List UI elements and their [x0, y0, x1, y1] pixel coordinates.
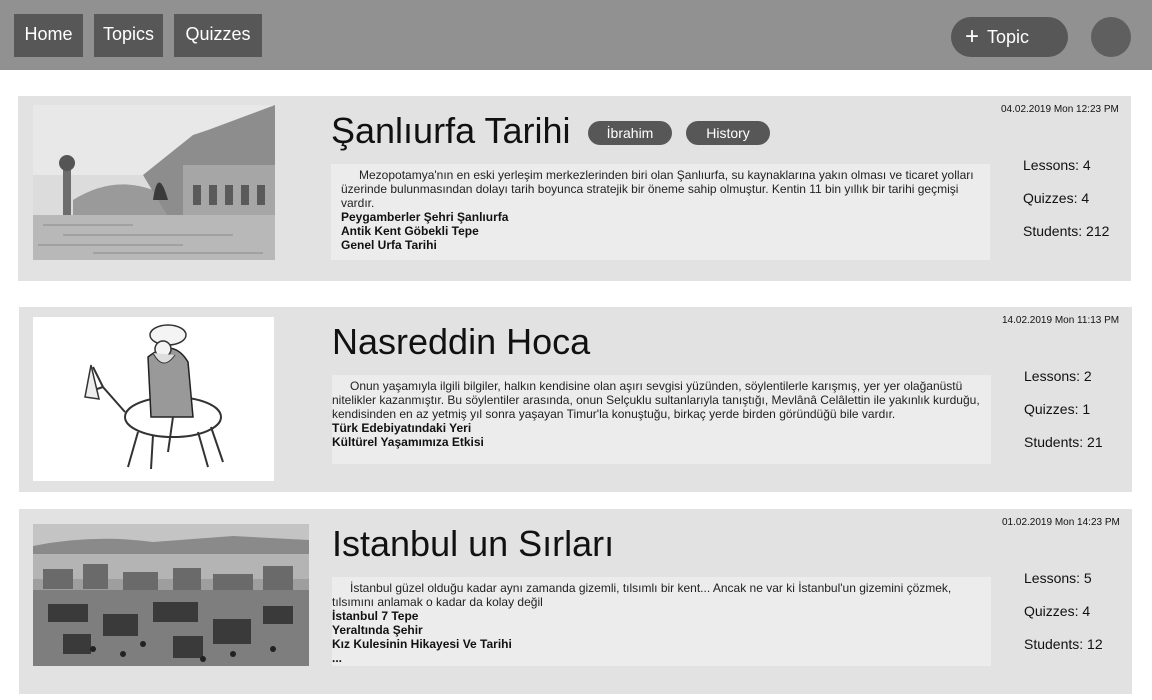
- subtopic-link[interactable]: Kız Kulesinin Hikayesi Ve Tarihi: [332, 637, 985, 651]
- topic-card[interactable]: Şanlıurfa Tarihi İbrahim History 04.02.2…: [18, 96, 1131, 281]
- lessons-count: Lessons: 4: [1023, 157, 1091, 173]
- students-count: Students: 21: [1024, 434, 1103, 450]
- plus-icon: +: [965, 23, 980, 50]
- topic-title[interactable]: Şanlıurfa Tarihi: [331, 110, 570, 152]
- description-text: Onun yaşamıyla ilgili bilgiler, halkın k…: [332, 379, 980, 421]
- tag-ibrahim[interactable]: İbrahim: [588, 121, 672, 145]
- subtopic-link[interactable]: Antik Kent Göbekli Tepe: [341, 224, 984, 238]
- description-text: Mezopotamya'nın en eski yerleşim merkezl…: [341, 168, 974, 210]
- nav-topics-button[interactable]: Topics: [94, 14, 163, 57]
- subtopic-more[interactable]: ...: [332, 651, 985, 665]
- subtopic-link[interactable]: Yeraltında Şehir: [332, 623, 985, 637]
- topic-date: 01.02.2019 Mon 14:23 PM: [1002, 517, 1120, 528]
- topic-description: Mezopotamya'nın en eski yerleşim merkezl…: [331, 164, 990, 260]
- quizzes-count: Quizzes: 4: [1024, 603, 1091, 619]
- topic-description: Onun yaşamıyla ilgili bilgiler, halkın k…: [332, 375, 991, 464]
- topic-image-nasreddin: [33, 317, 274, 481]
- topic-card[interactable]: Istanbul un Sırları 01.02.2019 Mon 14:23…: [19, 509, 1132, 694]
- quizzes-count: Quizzes: 1: [1024, 401, 1091, 417]
- nav-home-button[interactable]: Home: [14, 14, 83, 57]
- subtopic-link[interactable]: Genel Urfa Tarihi: [341, 238, 984, 252]
- topic-card[interactable]: Nasreddin Hoca 14.02.2019 Mon 11:13 PM O…: [19, 307, 1132, 492]
- students-count: Students: 12: [1024, 636, 1103, 652]
- topic-image-istanbul: [33, 524, 309, 666]
- add-topic-label: Topic: [987, 26, 1030, 47]
- subtopic-link[interactable]: İstanbul 7 Tepe: [332, 609, 985, 623]
- add-topic-button[interactable]: + Topic: [951, 17, 1068, 57]
- lessons-count: Lessons: 2: [1024, 368, 1092, 384]
- topic-title[interactable]: Nasreddin Hoca: [332, 321, 590, 363]
- subtopic-link[interactable]: Peygamberler Şehri Şanlıurfa: [341, 210, 984, 224]
- user-avatar[interactable]: [1091, 17, 1131, 57]
- nav-quizzes-button[interactable]: Quizzes: [174, 14, 262, 57]
- topic-description: İstanbul güzel olduğu kadar aynı zamanda…: [332, 577, 991, 666]
- students-count: Students: 212: [1023, 223, 1110, 239]
- top-navigation-bar: Home Topics Quizzes + Topic: [0, 0, 1152, 70]
- subtopic-link[interactable]: Kültürel Yaşamımıza Etkisi: [332, 435, 985, 449]
- lessons-count: Lessons: 5: [1024, 570, 1092, 586]
- description-text: İstanbul güzel olduğu kadar aynı zamanda…: [332, 581, 952, 609]
- topic-date: 14.02.2019 Mon 11:13 PM: [1002, 315, 1120, 326]
- subtopic-link[interactable]: Türk Edebiyatındaki Yeri: [332, 421, 985, 435]
- tag-history[interactable]: History: [686, 121, 770, 145]
- quizzes-count: Quizzes: 4: [1023, 190, 1090, 206]
- topic-image-sanliurfa: [33, 105, 275, 260]
- topic-title[interactable]: Istanbul un Sırları: [332, 523, 614, 565]
- topic-date: 04.02.2019 Mon 12:23 PM: [1001, 104, 1119, 115]
